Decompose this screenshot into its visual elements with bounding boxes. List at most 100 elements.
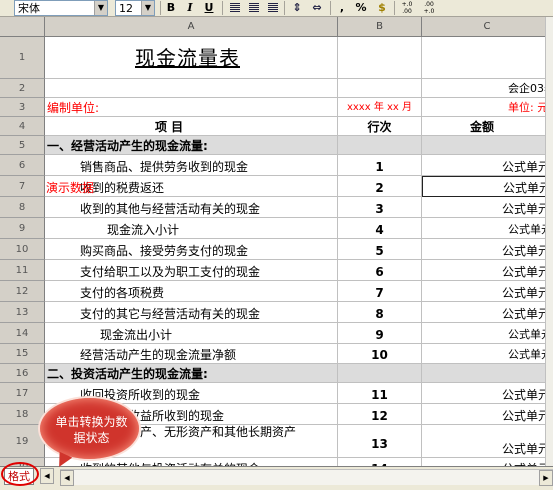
underline-button[interactable]: U <box>203 1 215 15</box>
row-header[interactable]: 13 <box>0 302 45 323</box>
percent-style-button[interactable]: % <box>355 1 367 15</box>
cell-b15[interactable]: 10 <box>338 344 422 364</box>
column-header-b[interactable]: B <box>338 17 422 37</box>
row-header[interactable]: 1 <box>0 37 45 79</box>
cell-c17[interactable]: 公式单元 <box>422 383 553 404</box>
cell-a14[interactable]: 现金流出小计 <box>45 323 338 344</box>
cell-a9[interactable]: 现金流入小计 <box>45 218 338 239</box>
cell-b2[interactable] <box>338 79 422 98</box>
row-header[interactable]: 9 <box>0 218 45 239</box>
cell-b20[interactable]: 14 <box>338 458 422 466</box>
row-header[interactable]: 15 <box>0 344 45 364</box>
cell-c3[interactable]: 单位: 元 <box>422 98 553 117</box>
row-header[interactable]: 10 <box>0 239 45 260</box>
column-header-c[interactable]: C <box>422 17 553 37</box>
italic-button[interactable]: I <box>184 1 196 15</box>
cell-b4[interactable]: 行次 <box>338 117 422 136</box>
cell-b14[interactable]: 9 <box>338 323 422 344</box>
cell-a16[interactable]: 二、投资活动产生的现金流量: <box>45 364 338 383</box>
cell-a2[interactable] <box>45 79 338 98</box>
cell-c13[interactable]: 公式单元 <box>422 302 553 323</box>
cell-c14[interactable]: 公式单元 <box>422 323 553 344</box>
row-header[interactable]: 7 <box>0 176 45 197</box>
cell-c6[interactable]: 公式单元 <box>422 155 553 176</box>
decrease-decimal-button[interactable]: .00 +.0 <box>421 1 437 15</box>
cell-c5[interactable] <box>422 136 553 155</box>
cell-b13[interactable]: 8 <box>338 302 422 323</box>
cell-c9[interactable]: 公式单元 <box>422 218 553 239</box>
align-right-icon[interactable] <box>268 3 278 12</box>
cell-b9[interactable]: 4 <box>338 218 422 239</box>
cell-b19[interactable]: 13 <box>338 425 422 458</box>
cell-c4[interactable]: 金额 <box>422 117 553 136</box>
cell-text: 支付给职工以及为职工支付的现金 <box>80 265 261 279</box>
cell-b16[interactable] <box>338 364 422 383</box>
row-header[interactable]: 6 <box>0 155 45 176</box>
cell-a12[interactable]: 支付的各项税费 <box>45 281 338 302</box>
cell-c16[interactable] <box>422 364 553 383</box>
row-header[interactable]: 2 <box>0 79 45 98</box>
align-center-icon[interactable] <box>249 3 259 12</box>
cell-c18[interactable]: 公式单元 <box>422 404 553 425</box>
cell-b1[interactable] <box>338 37 422 79</box>
column-header-a[interactable]: A <box>45 17 338 37</box>
row-header[interactable]: 5 <box>0 136 45 155</box>
cell-b17[interactable]: 11 <box>338 383 422 404</box>
cell-c19[interactable]: 公式单元 <box>422 425 553 458</box>
cell-a3[interactable]: 编制单位: <box>45 98 338 117</box>
bold-button[interactable]: B <box>165 1 177 15</box>
cell-c7[interactable]: 公式单元 <box>422 176 553 197</box>
cell-a10[interactable]: 购买商品、接受劳务支付的现金 <box>45 239 338 260</box>
cell-text: 现金流出小计 <box>100 328 173 342</box>
cell-a4[interactable]: 项 目 <box>45 117 338 136</box>
vertical-scrollbar[interactable] <box>545 17 553 466</box>
row-header[interactable]: 16 <box>0 364 45 383</box>
row-header[interactable]: 11 <box>0 260 45 281</box>
currency-button[interactable]: $ <box>376 1 388 15</box>
scroll-right-arrow-icon[interactable]: ▶ <box>539 470 553 486</box>
cell-b10[interactable]: 5 <box>338 239 422 260</box>
cell-c11[interactable]: 公式单元 <box>422 260 553 281</box>
cell-c12[interactable]: 公式单元 <box>422 281 553 302</box>
cell-text: 8 <box>375 307 384 321</box>
chevron-down-icon[interactable]: ▼ <box>141 1 154 15</box>
cell-b8[interactable]: 3 <box>338 197 422 218</box>
cell-c8[interactable]: 公式单元 <box>422 197 553 218</box>
cell-b3[interactable]: xxxx 年 xx 月 <box>338 98 422 117</box>
horizontal-scrollbar[interactable]: ◀ ▶ <box>60 469 553 486</box>
select-all-corner[interactable] <box>0 17 45 37</box>
chevron-down-icon[interactable]: ▼ <box>94 1 107 15</box>
cell-b11[interactable]: 6 <box>338 260 422 281</box>
cell-c10[interactable]: 公式单元 <box>422 239 553 260</box>
comma-style-button[interactable]: , <box>338 1 346 15</box>
font-name-combo[interactable]: 宋体 ▼ <box>14 0 108 16</box>
cell-c20[interactable]: 公式单元 <box>422 458 553 466</box>
cell-a8[interactable]: 收到的其他与经营活动有关的现金 <box>45 197 338 218</box>
cell-a1[interactable]: 现金流量表 <box>45 37 338 79</box>
vertical-align-icon[interactable]: ⇕ <box>290 1 304 15</box>
row-header[interactable]: 8 <box>0 197 45 218</box>
cell-a5[interactable]: 一、经营活动产生的现金流量: <box>45 136 338 155</box>
cell-b5[interactable] <box>338 136 422 155</box>
row-header[interactable]: 14 <box>0 323 45 344</box>
cell-a6[interactable]: 销售商品、提供劳务收到的现金 <box>45 155 338 176</box>
align-left-icon[interactable] <box>230 3 240 12</box>
increase-decimal-button[interactable]: +.0 .00 <box>399 1 415 15</box>
cell-c1[interactable] <box>422 37 553 79</box>
merge-cells-icon[interactable]: ⇔ <box>310 1 324 15</box>
cell-b6[interactable]: 1 <box>338 155 422 176</box>
row-header[interactable]: 3 <box>0 98 45 117</box>
cell-b12[interactable]: 7 <box>338 281 422 302</box>
tab-scroll-left-icon[interactable]: ◀ <box>40 468 54 484</box>
cell-b18[interactable]: 12 <box>338 404 422 425</box>
font-size-combo[interactable]: 12 ▼ <box>115 0 155 16</box>
row-header[interactable]: 12 <box>0 281 45 302</box>
cell-a13[interactable]: 支付的其它与经营活动有关的现金 <box>45 302 338 323</box>
cell-a15[interactable]: 经营活动产生的现金流量净额 <box>45 344 338 364</box>
cell-b7[interactable]: 2 <box>338 176 422 197</box>
scroll-left-arrow-icon[interactable]: ◀ <box>60 470 74 486</box>
row-header[interactable]: 4 <box>0 117 45 136</box>
cell-a11[interactable]: 支付给职工以及为职工支付的现金 <box>45 260 338 281</box>
cell-c15[interactable]: 公式单元 <box>422 344 553 364</box>
cell-c2[interactable]: 会企03表 <box>422 79 553 98</box>
